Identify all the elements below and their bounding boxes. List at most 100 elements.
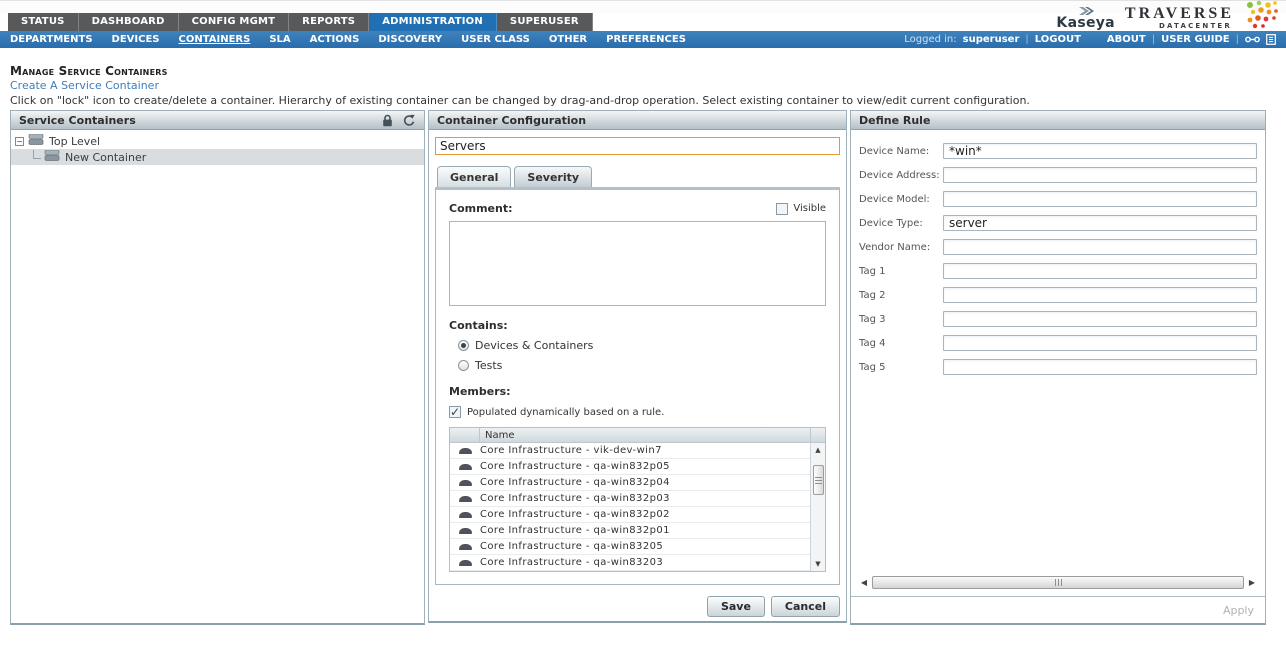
scroll-right-arrow[interactable]: ▶ [1247,578,1257,587]
rule-field-label: Tag 1 [859,266,943,277]
device-icon [450,464,480,470]
rule-field-label: Tag 4 [859,338,943,349]
separator: | [1236,34,1239,45]
primary-tab-reports[interactable]: REPORTS [289,13,369,31]
tree-connector [33,150,41,159]
member-row[interactable]: Core Infrastructure - qa-win832p05 [450,459,810,475]
members-table-body: Core Infrastructure - vik-dev-win7Core I… [450,443,825,571]
tag-1-input[interactable] [943,263,1257,279]
contains-label: Contains: [449,319,826,332]
tab-severity[interactable]: Severity [514,166,592,187]
scroll-up-arrow[interactable]: ▲ [815,443,820,457]
scroll-left-arrow[interactable]: ◀ [859,578,869,587]
member-row[interactable]: Core Infrastructure - vik-dev-win7 [450,443,810,459]
separator: | [1025,34,1028,45]
link-icon[interactable] [1245,35,1260,44]
apply-link[interactable]: Apply [1223,604,1254,617]
panel-header-icons [382,114,416,127]
vertical-scrollbar[interactable]: ▲ ▼ [810,443,825,571]
tree-expander-icon[interactable]: − [15,137,24,146]
container-name-input[interactable] [435,137,840,155]
primary-tab-administration[interactable]: ADMINISTRATION [369,13,497,31]
members-table: Name Core Infrastructure - vik-dev-win7C… [449,427,826,572]
tree-node-label: New Container [65,151,146,164]
visible-checkbox-row: Visible [776,203,826,215]
rule-fields: Device Name:Device Address:Device Model:… [859,139,1257,379]
contains-option-tests: Tests [458,359,826,372]
tree-node-top-level[interactable]: −Top Level [11,133,424,149]
horizontal-scroll-thumb[interactable] [872,576,1244,589]
secondary-tab-devices[interactable]: DEVICES [112,34,160,45]
vendor-name-input[interactable] [943,239,1257,255]
secondary-tab-actions[interactable]: ACTIONS [310,34,360,45]
visible-checkbox[interactable] [776,203,788,215]
member-name: Core Infrastructure - qa-win832p04 [480,477,670,488]
save-button[interactable]: Save [707,596,765,617]
secondary-tab-discovery[interactable]: DISCOVERY [378,34,442,45]
device-icon [450,528,480,534]
radio-tests[interactable] [458,360,469,371]
comment-row: Comment: Visible [449,202,826,215]
device-type-input[interactable] [943,215,1257,231]
member-row[interactable]: Core Infrastructure - qa-win832p01 [450,523,810,539]
comment-textarea[interactable] [449,221,826,306]
container-configuration-header: Container Configuration [429,111,846,130]
member-row[interactable]: Core Infrastructure - qa-win832p04 [450,475,810,491]
device-icon [450,544,480,550]
device-model-input[interactable] [943,191,1257,207]
lock-icon[interactable] [382,114,393,127]
refresh-icon[interactable] [402,114,416,127]
member-row[interactable]: Core Infrastructure - qa-win83203 [450,555,810,571]
define-rule-panel: Define Rule Device Name:Device Address:D… [850,110,1266,625]
rule-field-label: Device Address: [859,170,943,181]
secondary-tab-other[interactable]: OTHER [549,34,587,45]
secondary-tab-departments[interactable]: DEPARTMENTS [10,34,93,45]
cancel-button[interactable]: Cancel [771,596,840,617]
member-row[interactable]: Core Infrastructure - qa-win832p02 [450,507,810,523]
member-row[interactable]: Core Infrastructure - qa-win832p03 [450,491,810,507]
logout-link[interactable]: LOGOUT [1035,34,1081,45]
config-footer: Save Cancel [429,591,846,621]
device-name-input[interactable] [943,143,1257,159]
member-row[interactable]: Core Infrastructure - qa-win83205 [450,539,810,555]
page-head: Manage Service Containers Create A Servi… [0,48,1286,107]
members-label: Members: [449,385,826,398]
document-icon[interactable] [1266,34,1276,45]
radio-label: Tests [475,359,502,372]
tag-2-input[interactable] [943,287,1257,303]
separator: | [1152,34,1155,45]
populated-dynamically-label: Populated dynamically based on a rule. [467,407,664,418]
primary-tab-status[interactable]: STATUS [8,13,79,31]
tree-node-new-container[interactable]: New Container [11,149,424,165]
create-service-container-link[interactable]: Create A Service Container [10,79,159,92]
tab-general[interactable]: General [437,166,511,187]
secondary-tab-sla[interactable]: SLA [269,34,290,45]
name-column-header: Name [480,430,810,441]
rule-field-label: Device Name: [859,146,943,157]
scroll-down-arrow[interactable]: ▼ [815,557,820,571]
tag-5-input[interactable] [943,359,1257,375]
tag-3-input[interactable] [943,311,1257,327]
secondary-tab-user-class[interactable]: USER CLASS [461,34,530,45]
vertical-scroll-thumb[interactable] [813,465,824,495]
populated-dynamically-checkbox[interactable] [449,406,461,418]
rule-field-label: Tag 3 [859,314,943,325]
session-bar: Logged in: superuser | LOGOUT ABOUT | US… [904,34,1276,45]
secondary-tab-preferences[interactable]: PREFERENCES [606,34,686,45]
device-icon [450,560,480,566]
radio-devices-containers[interactable] [458,340,469,351]
about-link[interactable]: ABOUT [1107,34,1146,45]
primary-tab-superuser[interactable]: SUPERUSER [497,13,593,31]
member-name: Core Infrastructure - qa-win83203 [480,557,663,568]
primary-tab-config-mgmt[interactable]: CONFIG MGMT [179,13,290,31]
secondary-tab-containers[interactable]: CONTAINERS [179,34,251,45]
horizontal-scrollbar[interactable]: ◀ ▶ [859,575,1257,590]
user-guide-link[interactable]: USER GUIDE [1161,34,1230,45]
tag-4-input[interactable] [943,335,1257,351]
primary-tab-dashboard[interactable]: DASHBOARD [79,13,179,31]
member-name: Core Infrastructure - qa-win832p02 [480,509,670,520]
device-address-input[interactable] [943,167,1257,183]
service-containers-header: Service Containers [11,111,424,130]
rule-field-vendor-name: Vendor Name: [859,235,1257,259]
secondary-nav-tabs: DEPARTMENTS DEVICES CONTAINERS SLA ACTIONS DI… [10,34,705,45]
